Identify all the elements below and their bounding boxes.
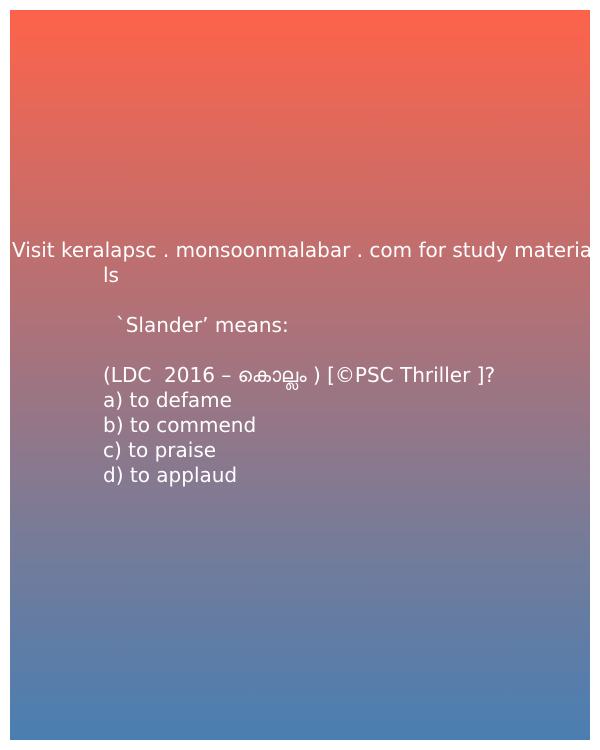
option-b: b) to commend xyxy=(103,413,257,437)
option-c: c) to praise xyxy=(103,438,217,462)
site-promo-line-2: ls xyxy=(103,263,119,287)
question-source: (LDC 2016 – കൊല്ലം ) [©PSC Thriller ]? xyxy=(103,363,496,387)
quiz-content: Visit keralapsc . monsoonmalabar . com f… xyxy=(12,238,590,488)
quiz-card: Visit keralapsc . monsoonmalabar . com f… xyxy=(10,10,590,740)
option-d: d) to applaud xyxy=(103,463,238,487)
question-prompt: `Slander’ means: xyxy=(103,313,289,337)
site-promo-line-1: Visit keralapsc . monsoonmalabar . com f… xyxy=(12,238,590,262)
option-a: a) to defame xyxy=(103,388,232,412)
